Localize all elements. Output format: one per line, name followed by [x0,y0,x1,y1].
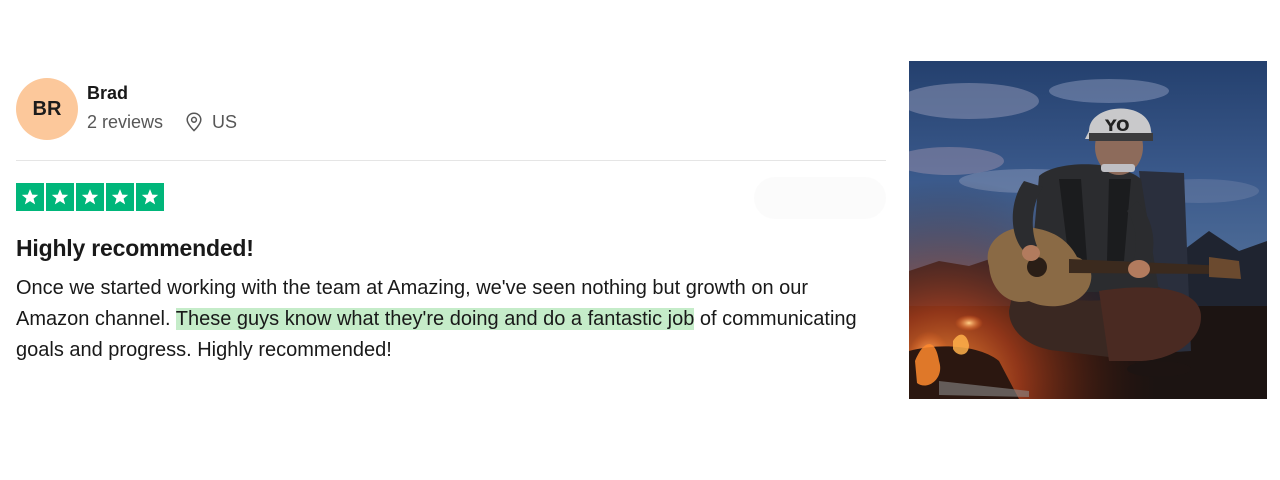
reviewer-name[interactable]: Brad [87,82,237,104]
location-pin-icon [185,111,203,132]
reviewer-photo: YO [909,61,1267,399]
avatar[interactable]: BR [16,78,78,140]
reviewer-country: US [212,111,238,132]
star-icon [46,183,74,211]
star-icon [136,183,164,211]
reviewer-location: US [185,111,237,133]
review-body: Once we started working with the team at… [16,273,876,366]
star-icon [106,183,134,211]
rating-row [16,177,886,219]
date-pill [754,177,886,219]
reviewer-info: Brad 2 reviews US [87,82,237,133]
reviewer-meta: 2 reviews US [87,111,237,133]
review-count: 2 reviews [87,111,164,132]
review-page: BR Brad 2 reviews US Highly recommended!… [0,0,1280,480]
star-icon [76,183,104,211]
review-body-highlight: These guys know what they're doing and d… [175,308,695,330]
review-card: BR Brad 2 reviews US Highly recommended!… [16,78,886,366]
review-title[interactable]: Highly recommended! [16,233,886,263]
star-icon [16,183,44,211]
reviewer-header: BR Brad 2 reviews US [16,78,886,140]
cap-text: YO [1104,116,1130,135]
divider [16,160,886,161]
